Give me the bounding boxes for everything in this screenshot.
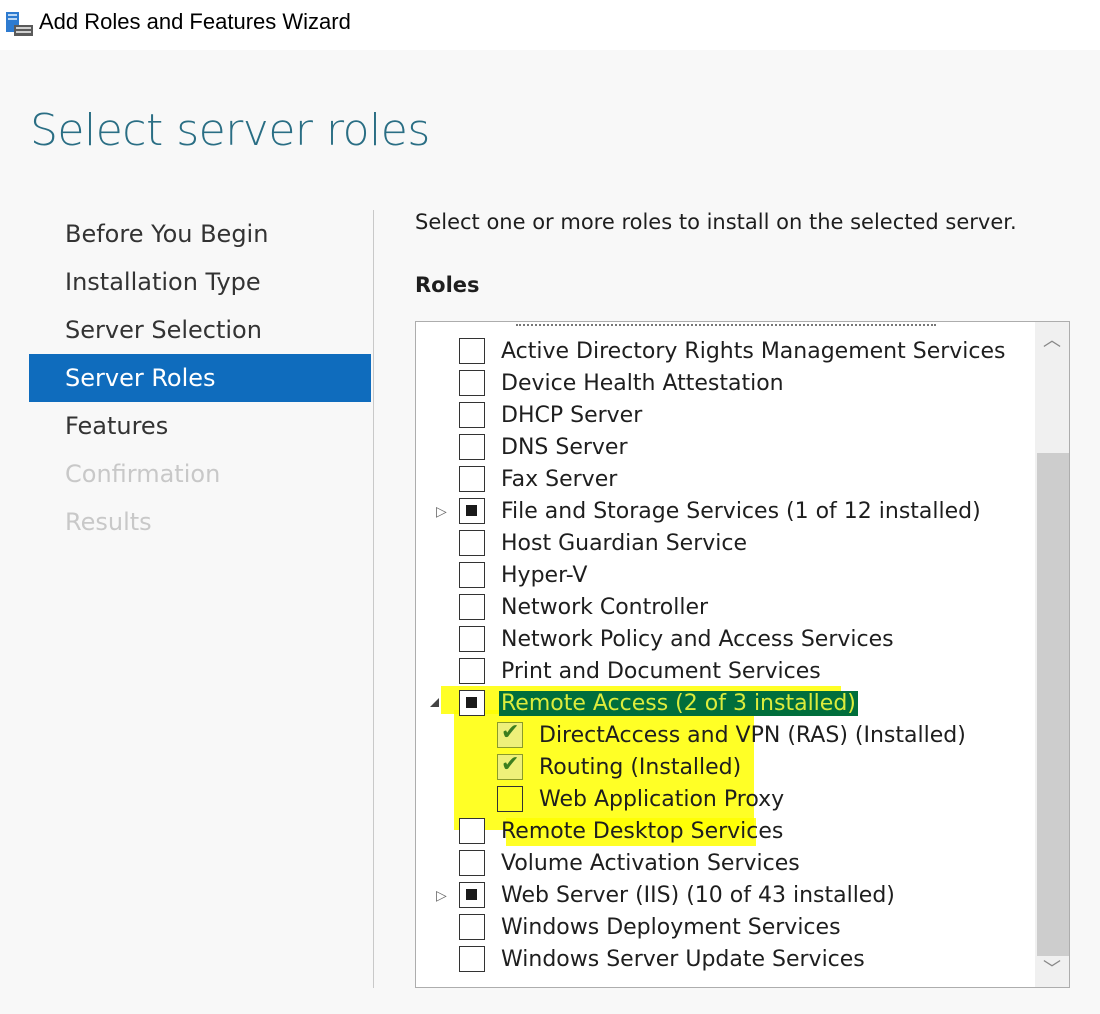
role-row[interactable]: Host Guardian Service [416,528,1031,560]
role-checkbox[interactable] [459,370,485,396]
role-checkbox[interactable] [459,338,485,364]
role-label: Routing (Installed) [539,755,742,780]
role-row[interactable]: Fax Server [416,464,1031,496]
role-service-row[interactable]: ✔ Routing (Installed) [416,752,1031,784]
role-label: Remote Desktop Services [501,819,784,844]
chevron-down-icon[interactable]: ﹀ [1035,953,1069,987]
role-label: Hyper-V [501,563,588,588]
role-checkbox: ✔ [497,720,523,748]
role-row[interactable]: Hyper-V [416,560,1031,592]
role-label: Windows Server Update Services [501,947,865,972]
role-checkbox[interactable] [459,914,485,940]
role-service-row[interactable]: ✔ DirectAccess and VPN (RAS) (Installed) [416,720,1031,752]
role-row[interactable]: Remote Desktop Services [416,816,1031,848]
role-checkbox: ✔ [497,752,523,780]
role-row[interactable]: Windows Server Update Services [416,944,1031,976]
role-label: Active Directory Rights Management Servi… [501,339,1006,364]
role-row[interactable]: DNS Server [416,432,1031,464]
nav-item-before-you-begin[interactable]: Before You Begin [29,210,371,258]
server-manager-icon [6,12,33,36]
checkmark-icon: ✔ [501,752,520,777]
role-checkbox[interactable] [459,402,485,428]
role-row[interactable]: Network Policy and Access Services [416,624,1031,656]
nav-item-installation-type[interactable]: Installation Type [29,258,371,306]
role-label: Network Policy and Access Services [501,627,894,652]
collapse-arrow-icon[interactable] [430,698,439,707]
nav-item-results: Results [65,508,152,536]
vertical-scrollbar[interactable]: ︿ ﹀ [1035,322,1069,987]
role-label: Network Controller [501,595,709,620]
role-label: Web Application Proxy [539,787,785,812]
role-row[interactable]: ▷ Web Server (IIS) (10 of 43 installed) [416,880,1031,912]
role-checkbox[interactable] [459,434,485,460]
checkmark-icon: ✔ [501,720,520,745]
expand-arrow-icon[interactable]: ▷ [436,504,447,520]
role-row[interactable]: DHCP Server [416,400,1031,432]
nav-item-features[interactable]: Features [29,402,371,450]
chevron-up-icon[interactable]: ︿ [1035,324,1069,358]
role-checkbox[interactable] [459,530,485,556]
role-row[interactable]: Device Health Attestation [416,368,1031,400]
role-row[interactable]: ▷ File and Storage Services (1 of 12 ins… [416,496,1031,528]
role-checkbox[interactable] [459,882,485,908]
role-row[interactable]: Active Directory Rights Management Servi… [416,336,1031,368]
role-row[interactable]: Windows Deployment Services [416,912,1031,944]
role-label: Volume Activation Services [501,851,800,876]
role-label: DirectAccess and VPN (RAS) (Installed) [539,723,966,748]
wizard-content: Select server roles Before You Begin Ins… [0,50,1100,1014]
role-checkbox[interactable] [459,626,485,652]
role-label: Windows Deployment Services [501,915,841,940]
expand-arrow-icon[interactable]: ▷ [436,888,447,904]
nav-item-server-roles[interactable]: Server Roles [29,354,371,402]
role-row[interactable]: Print and Document Services [416,656,1031,688]
role-label: Remote Access (2 of 3 installed) [499,691,858,716]
role-label: Print and Document Services [501,659,821,684]
role-row[interactable]: Network Controller [416,592,1031,624]
role-label: Web Server (IIS) (10 of 43 installed) [501,883,895,908]
role-label: Device Health Attestation [501,371,784,396]
role-row[interactable]: Volume Activation Services [416,848,1031,880]
role-service-row[interactable]: Web Application Proxy [416,784,1031,816]
roles-tree[interactable]: Active Directory Rights Management Servi… [415,321,1070,988]
role-checkbox[interactable] [459,562,485,588]
partially-visible-row [516,324,936,331]
wizard-steps-nav: Before You Begin Installation Type Serve… [29,210,371,546]
role-label: DHCP Server [501,403,643,428]
instruction-text: Select one or more roles to install on t… [415,210,1017,234]
role-checkbox[interactable] [459,690,485,716]
page-title: Select server roles [30,105,430,156]
role-checkbox[interactable] [459,850,485,876]
role-checkbox[interactable] [459,818,485,844]
role-label-wrapper: Remote Access (2 of 3 installed) [499,688,858,720]
role-label: DNS Server [501,435,628,460]
nav-divider [373,210,374,988]
role-checkbox[interactable] [459,658,485,684]
role-checkbox[interactable] [459,594,485,620]
roles-heading: Roles [415,273,480,297]
window-title: Add Roles and Features Wizard [39,9,351,34]
title-bar: Add Roles and Features Wizard [0,0,1100,50]
role-checkbox[interactable] [459,498,485,524]
role-label: File and Storage Services (1 of 12 insta… [501,499,981,524]
nav-item-server-selection[interactable]: Server Selection [29,306,371,354]
role-checkbox[interactable] [459,466,485,492]
role-row-selected[interactable]: Remote Access (2 of 3 installed) [416,688,1031,720]
role-label: Host Guardian Service [501,531,748,556]
nav-item-confirmation: Confirmation [65,460,221,488]
role-checkbox[interactable] [459,946,485,972]
role-label: Fax Server [501,467,618,492]
scrollbar-thumb[interactable] [1037,453,1069,956]
role-checkbox[interactable] [497,786,523,812]
